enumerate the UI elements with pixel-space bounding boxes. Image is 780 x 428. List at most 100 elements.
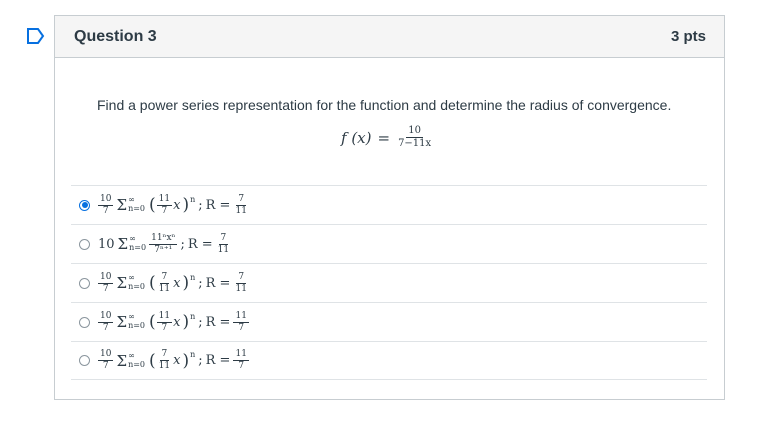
answer-math: 10 7 Σ ∞ n=0 ( 11 7 x ) n ; R = xyxy=(98,310,249,333)
exponent: n xyxy=(190,311,196,321)
separator: ; xyxy=(198,275,203,291)
paren-open: ( xyxy=(149,312,156,332)
radio-button[interactable] xyxy=(79,277,90,289)
inner-fraction: 7 11 xyxy=(157,271,172,294)
paren-open: ( xyxy=(149,350,156,371)
sum-lower: n=0 xyxy=(128,282,146,291)
coefficient-fraction: 10 7 xyxy=(98,193,114,216)
var-x: x xyxy=(173,197,181,213)
sum-lower: n=0 xyxy=(129,243,147,252)
radius-label: R = xyxy=(187,236,213,252)
formula-fraction: 10 7−11x xyxy=(396,126,433,149)
question-formula: f (x) = 10 7−11x xyxy=(341,126,433,149)
radius-num: 11 xyxy=(233,349,249,361)
sum-limits: ∞ n=0 xyxy=(128,351,146,370)
sum-symbol: Σ xyxy=(116,274,128,292)
sum-limits: ∞ n=0 xyxy=(129,234,147,253)
coef-num: 10 xyxy=(98,310,114,323)
paren-close: ) xyxy=(182,312,190,332)
radius-den: 7 xyxy=(238,361,245,371)
inner-den: 7 xyxy=(161,322,168,333)
coefficient-fraction: 10 7 xyxy=(98,310,114,333)
inner-fraction: 11 7 xyxy=(156,194,173,216)
sum-symbol: Σ xyxy=(116,313,128,331)
radius-num: 11 xyxy=(233,310,249,323)
formula-denominator: 7−11x xyxy=(398,138,432,149)
sum-symbol: Σ xyxy=(117,235,129,253)
radius-fraction: 7 11 xyxy=(233,271,248,294)
sum-limits: ∞ n=0 xyxy=(128,273,146,292)
radio-button[interactable] xyxy=(79,355,90,366)
separator: ; xyxy=(198,353,203,368)
coef-den: 7 xyxy=(102,283,109,294)
term-num: 11ⁿxⁿ xyxy=(149,232,178,245)
exponent: n xyxy=(190,350,196,359)
answer-math: 10 7 Σ ∞ n=0 ( 11 7 x ) n ; R = xyxy=(98,193,249,216)
separator: ; xyxy=(198,314,203,330)
term-fraction: 11ⁿxⁿ 7ⁿ⁺¹ xyxy=(149,232,178,255)
radius-label: R = xyxy=(205,197,231,213)
radius-den: 7 xyxy=(238,322,245,333)
radio-button-selected[interactable] xyxy=(79,199,90,211)
sum-symbol: Σ xyxy=(116,196,128,214)
paren-open: ( xyxy=(149,273,156,293)
sum-symbol: Σ xyxy=(116,351,128,370)
answer-option-5[interactable]: 10 7 Σ ∞ n=0 ( 7 11 x ) n ; R = 11 7 xyxy=(71,341,707,380)
radius-den: 11 xyxy=(217,244,230,255)
var-x: x xyxy=(173,314,181,330)
answer-math: 10 7 Σ ∞ n=0 ( 7 11 x ) n ; R = xyxy=(98,350,249,371)
coefficient-fraction: 10 7 xyxy=(98,271,114,294)
inner-den: 11 xyxy=(158,283,171,294)
question-points: 3 pts xyxy=(670,28,706,45)
radius-num: 7 xyxy=(236,271,247,284)
coef-den: 7 xyxy=(102,361,109,371)
coefficient-fraction: 10 7 xyxy=(98,349,114,371)
answer-list: 10 7 Σ ∞ n=0 ( 11 7 x ) n ; R = 7 11 10 … xyxy=(71,185,707,380)
radius-label: R = xyxy=(205,314,231,330)
sum-lower: n=0 xyxy=(128,359,146,369)
question-header: Question 3 3 pts xyxy=(55,16,724,58)
coefficient: 10 xyxy=(98,236,115,252)
formula-lhs: f (x) xyxy=(341,128,372,147)
inner-fraction: 11 7 xyxy=(156,310,173,333)
answer-option-3[interactable]: 10 7 Σ ∞ n=0 ( 7 11 x ) n ; R = 7 11 xyxy=(71,263,707,302)
radio-button[interactable] xyxy=(79,316,90,328)
inner-num: 7 xyxy=(159,349,170,361)
radio-button[interactable] xyxy=(79,238,90,250)
coef-num: 10 xyxy=(98,349,114,361)
answer-math: 10 7 Σ ∞ n=0 ( 7 11 x ) n ; R = xyxy=(98,271,249,294)
paren-open: ( xyxy=(149,195,156,215)
radius-den: 11 xyxy=(235,205,247,216)
radius-label: R = xyxy=(205,275,231,291)
coef-num: 10 xyxy=(98,193,114,206)
inner-num: 11 xyxy=(156,310,173,323)
var-x: x xyxy=(173,353,181,368)
separator: ; xyxy=(198,197,203,213)
radius-fraction: 11 7 xyxy=(233,349,249,371)
formula-equals: = xyxy=(377,128,391,147)
sum-lower: n=0 xyxy=(128,321,146,330)
sum-limits: ∞ n=0 xyxy=(128,312,146,331)
answer-option-4[interactable]: 10 7 Σ ∞ n=0 ( 11 7 x ) n ; R = 11 7 xyxy=(71,302,707,341)
exponent: n xyxy=(190,194,196,204)
radius-fraction: 7 11 xyxy=(216,232,231,255)
radius-num: 7 xyxy=(236,193,247,206)
inner-den: 11 xyxy=(158,361,171,371)
answer-option-1[interactable]: 10 7 Σ ∞ n=0 ( 11 7 x ) n ; R = 7 11 xyxy=(71,185,707,224)
bookmark-flag-icon[interactable] xyxy=(26,27,46,45)
formula-numerator: 10 xyxy=(406,125,423,138)
radius-label: R = xyxy=(205,353,231,368)
exponent: n xyxy=(190,272,196,282)
paren-close: ) xyxy=(182,195,190,215)
coef-num: 10 xyxy=(98,271,114,284)
radius-num: 7 xyxy=(218,232,229,245)
radius-fraction: 11 7 xyxy=(233,310,249,333)
radius-den: 11 xyxy=(235,283,247,294)
coef-den: 7 xyxy=(102,322,109,333)
answer-option-2[interactable]: 10 Σ ∞ n=0 11ⁿxⁿ 7ⁿ⁺¹ ; R = 7 11 xyxy=(71,224,707,263)
inner-num: 7 xyxy=(159,271,170,284)
inner-den: 7 xyxy=(161,205,168,216)
var-x: x xyxy=(173,275,181,291)
inner-fraction: 7 11 xyxy=(157,350,172,371)
sum-limits: ∞ n=0 xyxy=(128,195,145,214)
